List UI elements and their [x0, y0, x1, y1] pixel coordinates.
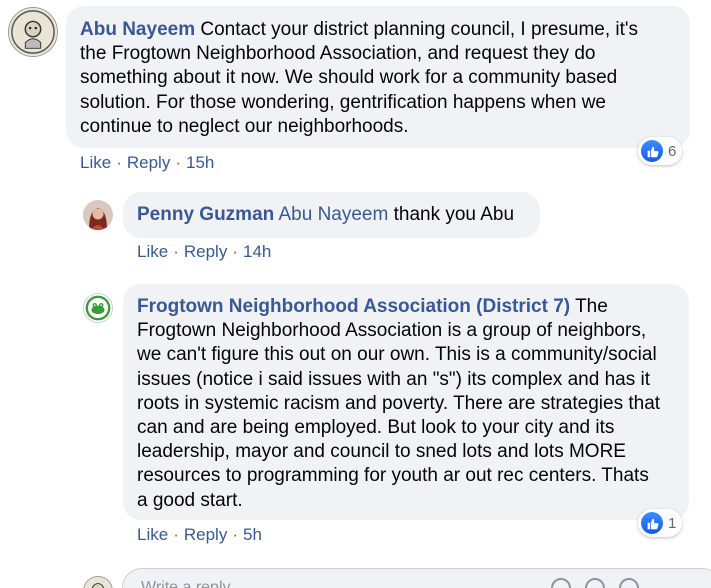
comment-actions: Like · Reply · 5h [137, 525, 262, 545]
separator-dot: · [173, 242, 179, 261]
comment-timestamp[interactable]: 15h [186, 153, 214, 172]
separator-dot: · [116, 153, 122, 172]
comment-text-line: resources to programming for youth ar ou… [137, 465, 649, 487]
comment-timestamp[interactable]: 14h [243, 242, 271, 261]
comment-bubble-frogtown: Frogtown Neighborhood Association (Distr… [123, 284, 689, 520]
emoji-icon[interactable] [551, 578, 571, 588]
comment-text-line: The [575, 296, 608, 317]
comment-text-line: Frogtown Neighborhood Association is a g… [137, 320, 647, 342]
separator-dot: · [232, 242, 238, 261]
comment-author[interactable]: Frogtown Neighborhood Association (Distr… [137, 296, 570, 317]
comment-text-line: a good start. [137, 489, 243, 511]
reaction-count-badge[interactable]: 1 [638, 509, 683, 537]
avatar-frogtown-association[interactable] [83, 293, 113, 323]
like-link[interactable]: Like [80, 153, 111, 172]
camera-icon[interactable] [585, 578, 605, 588]
reaction-count: 6 [668, 142, 677, 160]
like-icon [641, 140, 663, 162]
comment-author[interactable]: Abu Nayeem [80, 19, 195, 40]
comment-text-line: continue to neglect our neighborhoods. [80, 115, 409, 137]
comment-author[interactable]: Penny Guzman [137, 204, 274, 225]
reaction-count: 1 [668, 514, 677, 532]
frog-logo [84, 294, 112, 322]
reaction-count-badge[interactable]: 6 [638, 137, 683, 165]
avatar-photo [83, 200, 113, 230]
comment-timestamp[interactable]: 5h [243, 525, 262, 544]
comment-text-line: something about it now. We should work f… [80, 67, 618, 89]
like-link[interactable]: Like [137, 242, 168, 261]
comment-text-line: Contact your district planning council, … [200, 19, 639, 40]
reply-link[interactable]: Reply [184, 525, 227, 544]
comment-actions: Like · Reply · 15h [80, 153, 214, 173]
avatar-abu-nayeem[interactable] [8, 7, 58, 57]
reply-link[interactable]: Reply [184, 242, 227, 261]
comment-bubble-penny: Penny Guzman Abu Nayeem thank you Abu [123, 192, 540, 238]
comment-text-line: the Frogtown Neighborhood Association, a… [80, 43, 596, 65]
avatar-illustration [84, 577, 112, 588]
comment-text-line: solution. For those wondering, gentrific… [80, 91, 606, 113]
comment-bubble-abu: Abu Nayeem Contact your district plannin… [66, 6, 690, 148]
like-link[interactable]: Like [137, 525, 168, 544]
current-user-avatar[interactable] [83, 576, 113, 588]
separator-dot: · [175, 153, 181, 172]
comment-body: Abu Nayeem Contact your district plannin… [80, 18, 676, 139]
comment-text-line: roots in systemic racism and poverty. Th… [137, 392, 661, 414]
separator-dot: · [173, 525, 179, 544]
reply-input[interactable]: Write a reply... [122, 568, 711, 588]
avatar-penny-guzman[interactable] [83, 200, 113, 230]
comment-actions: Like · Reply · 14h [137, 242, 271, 262]
comment-text-line: can and are being employed. But look to … [137, 417, 615, 439]
like-icon [641, 512, 663, 534]
gif-icon[interactable] [619, 578, 639, 588]
comment-text: thank you Abu [393, 204, 515, 225]
separator-dot: · [232, 525, 238, 544]
avatar-illustration [9, 8, 57, 56]
composer-tools [551, 578, 639, 588]
comment-text-line: we can't figure this out on our own. Thi… [137, 344, 657, 366]
reply-placeholder: Write a reply... [141, 579, 243, 588]
comment-text-line: issues (notice i said issues with an "s"… [137, 368, 650, 390]
reply-link[interactable]: Reply [127, 153, 170, 172]
comment-text-line: leadership, mayor and council to sned lo… [137, 441, 626, 463]
mention-link[interactable]: Abu Nayeem [278, 204, 388, 225]
